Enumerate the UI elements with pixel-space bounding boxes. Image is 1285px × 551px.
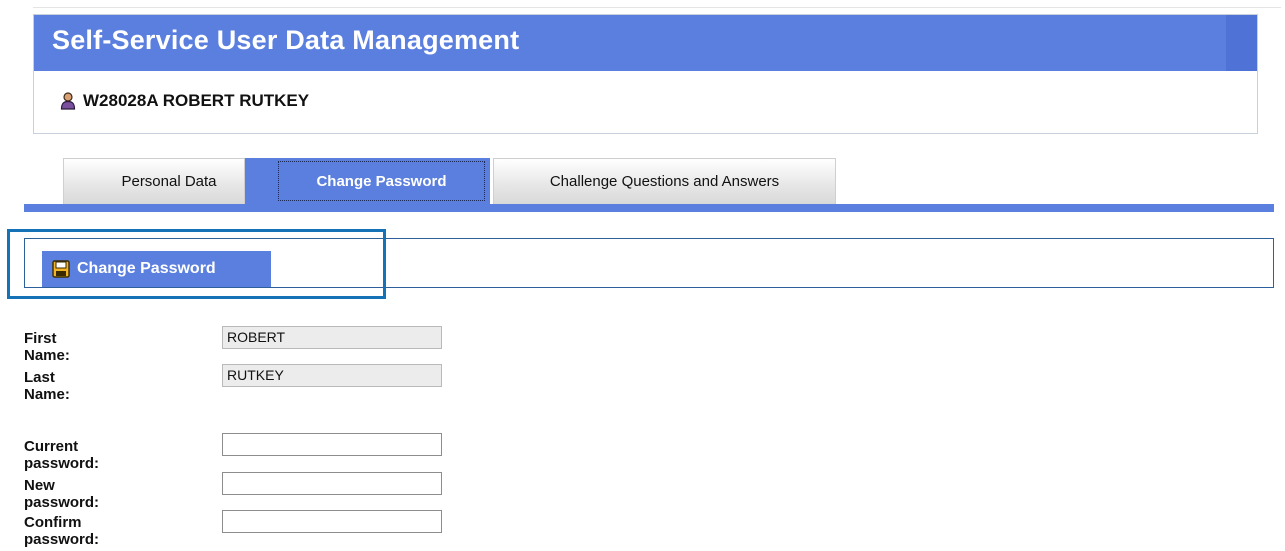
tab-label: Personal Data [121, 173, 217, 190]
title-bar-edge [1226, 15, 1257, 71]
new-password-input[interactable] [222, 472, 442, 495]
confirm-password-input[interactable] [222, 510, 442, 533]
last-name-field: RUTKEY [222, 364, 442, 387]
top-divider [33, 7, 1281, 8]
first-name-field: ROBERT [222, 326, 442, 349]
tab-label: Challenge Questions and Answers [549, 173, 780, 190]
tab-personal-data[interactable]: Personal Data [63, 158, 245, 204]
confirm-password-label: Confirm password: [24, 514, 100, 548]
user-name: W28028A ROBERT RUTKEY [83, 91, 310, 110]
first-name-label: First Name: [24, 330, 70, 364]
tab-focus-ring: Change Password [278, 161, 485, 201]
title-bar: Self-Service User Data Management [34, 15, 1257, 71]
current-password-input[interactable] [222, 433, 442, 456]
current-user: W28028A ROBERT RUTKEY [60, 91, 309, 111]
save-icon [52, 260, 70, 278]
last-name-label: Last Name: [24, 369, 70, 403]
current-password-label: Current password: [24, 438, 100, 472]
user-icon [60, 92, 76, 110]
change-password-button[interactable]: Change Password [42, 251, 271, 287]
app-title: Self-Service User Data Management [52, 25, 520, 55]
change-password-button-label: Change Password [77, 260, 216, 277]
new-password-label: New password: [24, 477, 100, 511]
tab-underline [24, 204, 1274, 212]
tab-challenge-questions[interactable]: Challenge Questions and Answers [493, 158, 836, 204]
tab-label: Change Password [316, 172, 447, 190]
tab-change-password[interactable]: Change Password [245, 158, 490, 204]
app-header: Self-Service User Data Management W28028… [33, 14, 1258, 134]
